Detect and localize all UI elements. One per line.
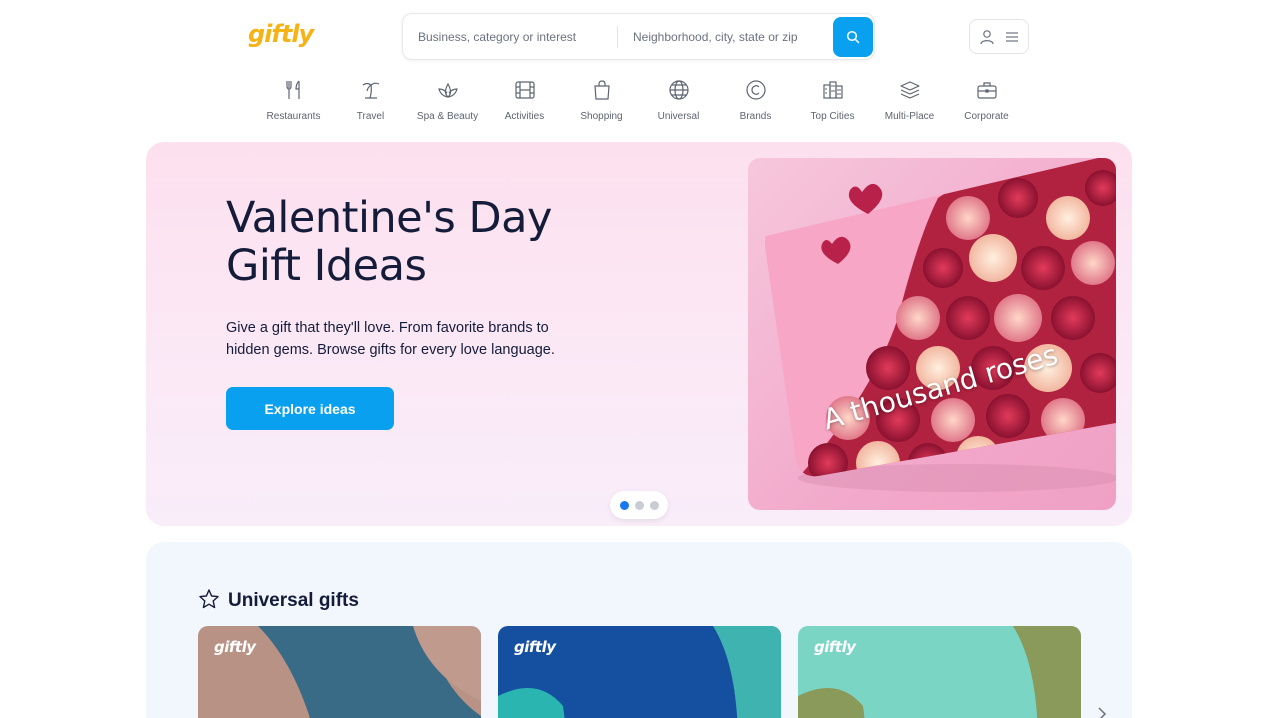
hero-banner: Valentine's Day Gift Ideas Give a gift t… [146, 142, 1132, 526]
category-activities[interactable]: Activities [486, 76, 563, 126]
card-logo: giftly [214, 638, 256, 656]
gift-card[interactable]: giftly [198, 626, 481, 718]
carousel-dot[interactable] [649, 500, 659, 510]
category-label: Restaurants [266, 111, 321, 122]
hero-description: Give a gift that they'll love. From favo… [226, 320, 555, 358]
film-icon [514, 81, 535, 99]
gift-card[interactable]: giftly [798, 626, 1081, 718]
shopping-bag-icon [593, 80, 610, 100]
search-button[interactable] [833, 17, 873, 57]
category-nav: Restaurants Travel Spa & Beauty Activiti… [255, 76, 1025, 126]
hero-title-line: Valentine's Day [226, 193, 552, 243]
menu-icon [1006, 31, 1018, 42]
category-multi-place[interactable]: Multi-Place [871, 76, 948, 126]
section-title: Universal gifts [228, 590, 359, 611]
lotus-icon [437, 82, 458, 98]
header: giftly [0, 0, 1276, 75]
category-label: Travel [356, 111, 385, 122]
category-label: Spa & Beauty [416, 111, 479, 122]
carousel-dot[interactable] [634, 500, 644, 510]
card-logo: giftly [514, 638, 556, 656]
category-label: Activities [504, 111, 545, 122]
carousel-dot[interactable] [619, 500, 629, 510]
hero-title-line: Gift Ideas [226, 241, 427, 291]
chevron-right-icon[interactable] [1094, 706, 1110, 718]
category-label: Top Cities [810, 111, 855, 122]
copyright-icon [745, 80, 766, 100]
search-what-input[interactable] [418, 14, 613, 59]
explore-ideas-button[interactable]: Explore ideas [226, 387, 394, 430]
category-label: Multi-Place [884, 111, 935, 122]
hero-image: A thousand roses [748, 158, 1116, 510]
category-top-cities[interactable]: Top Cities [794, 76, 871, 126]
category-spa-beauty[interactable]: Spa & Beauty [409, 76, 486, 126]
category-corporate[interactable]: Corporate [948, 76, 1025, 126]
palm-tree-icon [362, 82, 379, 99]
category-label: Shopping [580, 111, 623, 122]
card-logo: giftly [814, 638, 856, 656]
search-icon [846, 30, 860, 44]
user-icon [980, 29, 994, 44]
search-divider [617, 26, 618, 48]
utensils-icon [285, 80, 300, 99]
search-where-input[interactable] [633, 14, 828, 59]
star-icon [199, 589, 219, 609]
category-label: Corporate [964, 111, 1009, 122]
buildings-icon [822, 81, 843, 99]
category-label: Brands [739, 111, 772, 122]
category-brands[interactable]: Brands [717, 76, 794, 126]
heart-shape [848, 183, 883, 214]
globe-icon [668, 80, 689, 100]
category-restaurants[interactable]: Restaurants [255, 76, 332, 126]
layers-icon [899, 81, 920, 99]
category-shopping[interactable]: Shopping [563, 76, 640, 126]
roses-illustration [765, 158, 1116, 492]
hero-title: Valentine's Day Gift Ideas [226, 194, 646, 290]
gift-card[interactable]: giftly [498, 626, 781, 718]
account-menu-button[interactable] [969, 19, 1029, 54]
universal-gifts-section: Universal gifts giftly giftly giftly [146, 542, 1132, 718]
giftly-logo[interactable]: giftly [248, 20, 314, 48]
search-bar [402, 13, 875, 60]
carousel-dots [610, 491, 668, 519]
category-travel[interactable]: Travel [332, 76, 409, 126]
category-label: Universal [657, 111, 700, 122]
briefcase-icon [976, 82, 997, 99]
category-universal[interactable]: Universal [640, 76, 717, 126]
